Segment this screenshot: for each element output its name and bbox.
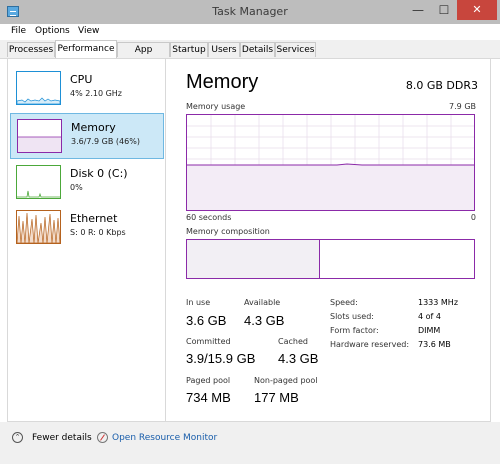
sidebar-item-label: Ethernet — [70, 212, 118, 225]
page-title: Memory — [186, 71, 259, 93]
nonpaged-pool-value: 177 MB — [254, 390, 299, 405]
fewer-details-link[interactable]: Fewer details — [32, 433, 92, 443]
spec-speed-label: Speed: — [330, 298, 358, 307]
graph-time-end: 0 — [470, 213, 476, 222]
available-value: 4.3 GB — [244, 313, 285, 328]
tab-details[interactable]: Details — [240, 42, 275, 57]
memory-usage-graph — [186, 114, 475, 211]
cached-label: Cached — [278, 337, 308, 346]
ethernet-mini-graph — [16, 210, 61, 244]
sidebar-item-detail: 3.6/7.9 GB (46%) — [71, 137, 140, 146]
spec-slots-label: Slots used: — [330, 312, 374, 321]
tab-app-history[interactable]: App history — [117, 42, 170, 70]
sidebar-item-label: Memory — [71, 121, 116, 134]
memory-composition-label: Memory composition — [186, 227, 270, 236]
maximize-button[interactable]: ☐ — [431, 0, 457, 20]
in-use-value: 3.6 GB — [186, 313, 227, 328]
sidebar-item-memory[interactable]: Memory 3.6/7.9 GB (46%) — [10, 113, 164, 159]
committed-label: Committed — [186, 337, 231, 346]
chevron-up-icon[interactable]: ⌃ — [12, 432, 23, 443]
sidebar-item-disk[interactable]: Disk 0 (C:) 0% — [10, 160, 164, 206]
cached-value: 4.3 GB — [278, 351, 319, 366]
memory-mini-graph — [17, 119, 62, 153]
sidebar-item-detail: S: 0 R: 0 Kbps — [70, 228, 126, 237]
tab-processes[interactable]: Processes — [7, 42, 55, 57]
minimize-button[interactable]: — — [405, 0, 431, 20]
resource-monitor-icon — [97, 432, 108, 443]
memory-in-use-segment — [187, 240, 320, 278]
cpu-mini-graph — [16, 71, 61, 105]
spec-form-factor-label: Form factor: — [330, 326, 379, 335]
menu-bar: File Options View — [0, 24, 500, 40]
nonpaged-pool-label: Non-paged pool — [254, 376, 318, 385]
tab-users[interactable]: Users — [208, 42, 240, 57]
committed-value: 3.9/15.9 GB — [186, 351, 256, 366]
tab-performance[interactable]: Performance — [55, 40, 117, 59]
spec-hw-reserved-label: Hardware reserved: — [330, 340, 410, 349]
spec-speed-value: 1333 MHz — [418, 298, 459, 307]
disk-mini-graph — [16, 165, 61, 199]
menu-file[interactable]: File — [11, 26, 26, 36]
memory-usage-label: Memory usage — [186, 102, 246, 111]
memory-total: 8.0 GB DDR3 — [405, 79, 478, 92]
sidebar-item-detail: 4% 2.10 GHz — [70, 89, 123, 98]
in-use-label: In use — [186, 298, 211, 307]
sidebar-item-cpu[interactable]: CPU 4% 2.10 GHz — [10, 66, 164, 112]
resource-sidebar: CPU 4% 2.10 GHz Memory 3.6/7.9 GB (46%) … — [8, 59, 166, 421]
tab-services[interactable]: Services — [275, 42, 316, 57]
sidebar-item-ethernet[interactable]: Ethernet S: 0 R: 0 Kbps — [10, 205, 164, 251]
sidebar-item-label: Disk 0 (C:) — [70, 167, 128, 180]
memory-details: Memory 8.0 GB DDR3 Memory usage 7.9 GB 6… — [174, 59, 486, 421]
graph-time-start: 60 seconds — [186, 213, 232, 222]
sidebar-item-label: CPU — [70, 73, 93, 86]
title-bar: Task Manager — ☐ ✕ — [0, 0, 500, 24]
memory-usage-max: 7.9 GB — [449, 102, 476, 111]
tab-startup[interactable]: Startup — [170, 42, 208, 57]
close-button[interactable]: ✕ — [457, 0, 497, 20]
menu-view[interactable]: View — [78, 26, 99, 36]
paged-pool-label: Paged pool — [186, 376, 231, 385]
spec-slots-value: 4 of 4 — [418, 312, 441, 321]
spec-form-factor-value: DIMM — [418, 326, 441, 335]
performance-panel: CPU 4% 2.10 GHz Memory 3.6/7.9 GB (46%) … — [7, 58, 491, 422]
footer-bar: ⌃ Fewer details Open Resource Monitor — [0, 422, 500, 464]
spec-hw-reserved-value: 73.6 MB — [418, 340, 451, 349]
paged-pool-value: 734 MB — [186, 390, 231, 405]
sidebar-item-detail: 0% — [70, 183, 83, 192]
available-label: Available — [244, 298, 281, 307]
memory-composition-bar — [186, 239, 475, 279]
open-resource-monitor-link[interactable]: Open Resource Monitor — [112, 433, 217, 443]
menu-options[interactable]: Options — [35, 26, 70, 36]
